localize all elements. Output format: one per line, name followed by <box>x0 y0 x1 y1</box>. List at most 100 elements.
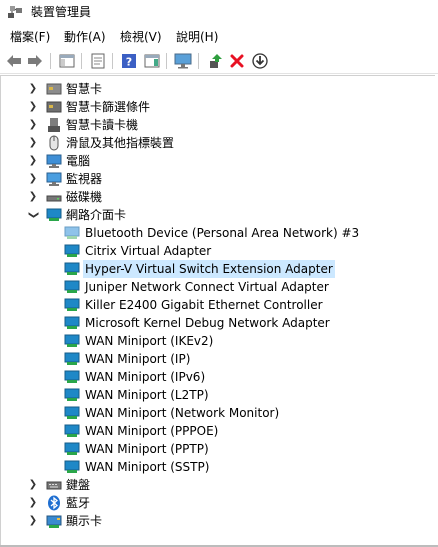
chevron-right-icon[interactable]: ❯ <box>28 170 38 188</box>
network-adapter-item[interactable]: Killer E2400 Gigabit Ethernet Controller <box>1 296 431 314</box>
network-adapter-label: WAN Miniport (SSTP) <box>85 460 210 474</box>
tree-item-label: 網路介面卡 <box>66 208 127 222</box>
title-bar: 裝置管理員 <box>0 0 438 24</box>
tree-item-label: 鍵盤 <box>66 478 91 492</box>
update-driver-icon[interactable] <box>206 52 224 70</box>
tree-item-smart-card-filter[interactable]: ❯ 智慧卡篩選條件 <box>1 98 431 116</box>
toolbar-separator <box>50 53 51 69</box>
chevron-right-icon[interactable]: ❯ <box>28 494 38 512</box>
toolbar: ? <box>0 49 438 74</box>
tree-item-label: 顯示卡 <box>66 514 103 528</box>
tree-item-label: 智慧卡 <box>66 82 103 96</box>
chevron-right-icon[interactable]: ❯ <box>28 134 38 152</box>
mouse-icon <box>49 135 59 151</box>
network-adapter-item[interactable]: Microsoft Kernel Debug Network Adapter <box>1 314 431 332</box>
network-adapter-label: Juniper Network Connect Virtual Adapter <box>85 280 329 294</box>
network-adapter-label: Citrix Virtual Adapter <box>85 244 212 258</box>
smart-card-icon <box>46 83 62 95</box>
toolbar-separator <box>166 53 167 69</box>
computer-icon <box>46 154 62 168</box>
monitor-icon[interactable] <box>174 52 192 70</box>
network-adapter-icon <box>64 388 80 401</box>
window-title: 裝置管理員 <box>31 5 92 19</box>
toolbar-separator <box>198 53 199 69</box>
network-adapter-label: Microsoft Kernel Debug Network Adapter <box>85 316 330 330</box>
network-adapter-icon <box>64 298 80 311</box>
network-adapter-item[interactable]: WAN Miniport (IKEv2) <box>1 332 431 350</box>
svg-text:?: ? <box>126 56 132 69</box>
network-adapter-item[interactable]: WAN Miniport (PPTP) <box>1 440 431 458</box>
tree-item-label: 滑鼠及其他指標裝置 <box>66 136 175 150</box>
network-adapter-icon <box>64 406 80 419</box>
network-adapter-icon <box>64 316 80 329</box>
network-adapter-icon <box>64 226 80 239</box>
forward-arrow-icon[interactable] <box>26 52 44 70</box>
chevron-right-icon[interactable]: ❯ <box>28 80 38 98</box>
network-adapter-label: WAN Miniport (IPv6) <box>85 370 206 384</box>
network-adapter-label: WAN Miniport (PPTP) <box>85 442 209 456</box>
tree-item-computer[interactable]: ❯ 電腦 <box>1 152 431 170</box>
network-adapter-item[interactable]: Citrix Virtual Adapter <box>1 242 431 260</box>
back-arrow-icon[interactable] <box>5 52 23 70</box>
tree-item-display-adapter[interactable]: ❯ 顯示卡 <box>1 512 431 530</box>
network-adapter-icon <box>64 262 80 275</box>
chevron-right-icon[interactable]: ❯ <box>28 476 38 494</box>
toolbar-separator <box>112 53 113 69</box>
properties-icon[interactable] <box>89 52 107 70</box>
uninstall-device-icon[interactable] <box>228 52 246 70</box>
menu-bar: 檔案(F) 動作(A) 檢視(V) 說明(H) <box>0 27 438 47</box>
menu-action[interactable]: 動作(A) <box>62 27 108 47</box>
show-hide-console-tree-icon[interactable] <box>58 52 76 70</box>
smart-card-reader-icon <box>48 118 60 132</box>
tree-item-disk-drive[interactable]: ❯ 磁碟機 <box>1 188 431 206</box>
network-adapter-icon <box>64 244 80 257</box>
tree-item-bluetooth[interactable]: ❯ 藍牙 <box>1 494 431 512</box>
network-adapter-item[interactable]: WAN Miniport (SSTP) <box>1 458 431 476</box>
tree-item-monitor[interactable]: ❯ 監視器 <box>1 170 431 188</box>
network-adapter-icon <box>64 460 80 473</box>
monitor-icon <box>46 172 62 186</box>
network-adapter-label: WAN Miniport (IKEv2) <box>85 334 214 348</box>
network-adapter-label: WAN Miniport (L2TP) <box>85 388 209 402</box>
network-adapter-item[interactable]: WAN Miniport (PPPOE) <box>1 422 431 440</box>
device-manager-icon <box>8 6 22 18</box>
tree-item-label: 藍牙 <box>66 496 91 510</box>
download-icon[interactable] <box>251 52 269 70</box>
tree-item-smart-card-reader[interactable]: ❯ 智慧卡讀卡機 <box>1 116 431 134</box>
chevron-right-icon[interactable]: ❯ <box>28 188 38 206</box>
network-adapter-item[interactable]: Hyper-V Virtual Switch Extension Adapter <box>1 260 431 278</box>
network-adapter-icon <box>46 208 62 221</box>
network-adapter-item[interactable]: WAN Miniport (IPv6) <box>1 368 431 386</box>
disk-drive-icon <box>46 195 62 202</box>
network-adapter-item[interactable]: WAN Miniport (L2TP) <box>1 386 431 404</box>
network-adapter-icon <box>64 442 80 455</box>
action-pane-icon[interactable] <box>143 52 161 70</box>
chevron-right-icon[interactable]: ❯ <box>28 116 38 134</box>
tree-item-smart-card[interactable]: ❯ 智慧卡 <box>1 80 431 98</box>
chevron-right-icon[interactable]: ❯ <box>28 152 38 170</box>
chevron-right-icon[interactable]: ❯ <box>28 98 38 116</box>
menu-help[interactable]: 說明(H) <box>174 27 220 47</box>
network-adapter-icon <box>64 334 80 347</box>
chevron-down-icon[interactable]: ❯ <box>24 210 42 220</box>
network-adapter-item[interactable]: WAN Miniport (IP) <box>1 350 431 368</box>
display-adapter-icon <box>46 515 62 528</box>
network-adapter-label: WAN Miniport (PPPOE) <box>85 424 219 438</box>
tree-item-mouse[interactable]: ❯ 滑鼠及其他指標裝置 <box>1 134 431 152</box>
chevron-right-icon[interactable]: ❯ <box>28 512 38 530</box>
network-adapter-item[interactable]: Juniper Network Connect Virtual Adapter <box>1 278 431 296</box>
tree-item-label: 智慧卡篩選條件 <box>66 100 151 114</box>
network-adapter-icon <box>64 424 80 437</box>
tree-item-network-adapters[interactable]: ❯ 網路介面卡 <box>1 206 431 224</box>
menu-file[interactable]: 檔案(F) <box>8 27 52 47</box>
network-adapter-icon <box>64 370 80 383</box>
menu-view[interactable]: 檢視(V) <box>118 27 164 47</box>
tree-item-label: 磁碟機 <box>66 190 103 204</box>
network-adapter-item[interactable]: Bluetooth Device (Personal Area Network)… <box>1 224 431 242</box>
help-icon[interactable]: ? <box>120 52 138 70</box>
tree-item-keyboard[interactable]: ❯ 鍵盤 <box>1 476 431 494</box>
network-adapter-icon <box>64 280 80 293</box>
network-adapter-item[interactable]: WAN Miniport (Network Monitor) <box>1 404 431 422</box>
keyboard-icon <box>46 481 62 490</box>
tree-item-label: 監視器 <box>66 172 103 186</box>
